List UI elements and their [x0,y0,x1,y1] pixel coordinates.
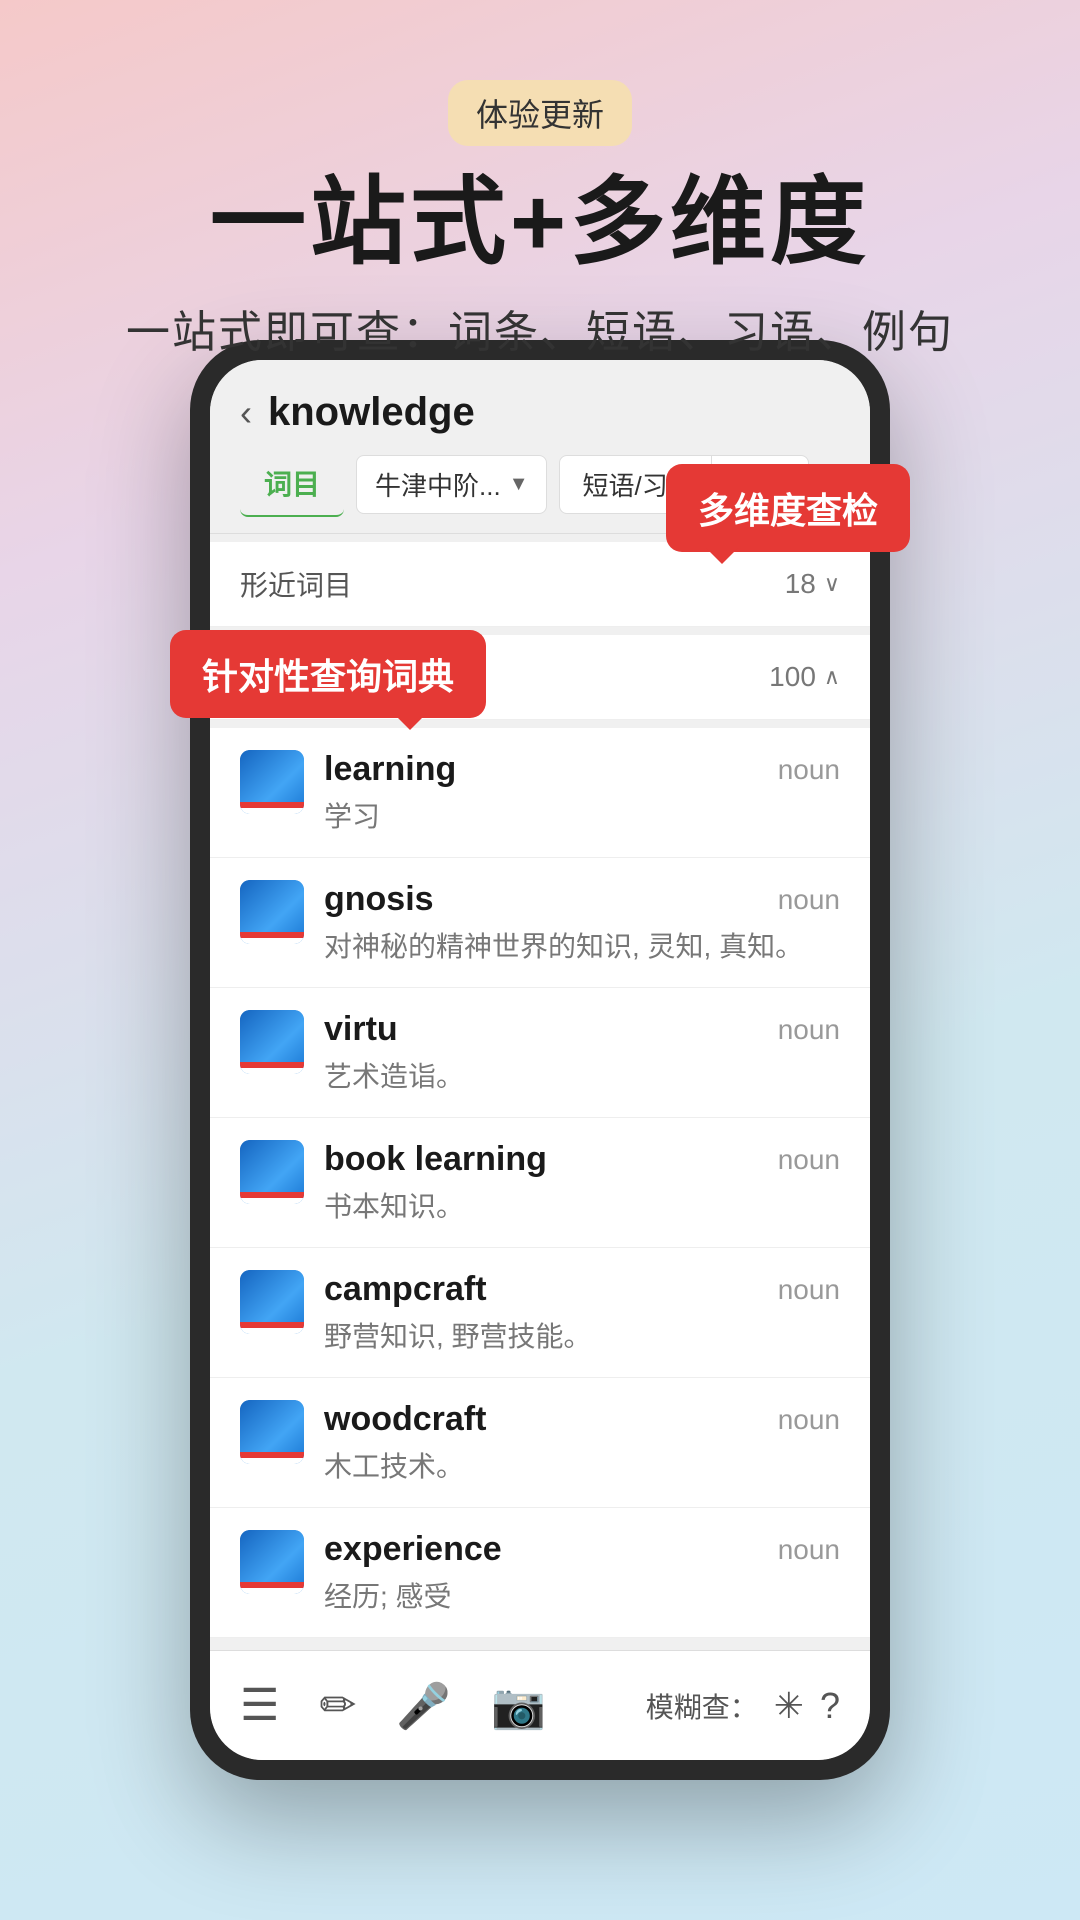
word-content: virtu noun 艺术造诣。 [324,1010,840,1095]
camera-icon[interactable]: 📷 [491,1680,546,1732]
similar-words-section[interactable]: 形近词目 18 ∨ [210,542,870,627]
word-name: gnosis [324,880,434,919]
question-icon[interactable]: ? [820,1685,840,1727]
word-content: experience noun 经历; 感受 [324,1530,840,1615]
search-word-display: knowledge [268,390,840,435]
word-pos: noun [778,1534,840,1566]
word-definition: 经历; 感受 [324,1575,840,1615]
phone-screen: ‹ knowledge 词目 牛津中阶... ▼ 短语/习... 例句 [210,360,870,1760]
badge-bubble: 体验更新 [448,80,632,146]
word-list-item[interactable]: woodcraft noun 木工技术。 [210,1378,870,1508]
back-button[interactable]: ‹ [240,392,252,434]
dropdown-arrow-icon: ▼ [509,473,529,496]
word-book-icon [240,1530,304,1594]
word-name: virtu [324,1010,398,1049]
word-pos: noun [778,1274,840,1306]
mic-icon[interactable]: 🎤 [396,1680,451,1732]
top-section: 体验更新 一站式+多维度 一站式即可查：词条、短语、习语、例句 [0,0,1080,360]
guess-count: 100 ∧ [769,661,840,693]
word-list: learning noun 学习 gnosis noun 对神秘的精神世界的知识… [210,728,870,1638]
word-definition: 木工技术。 [324,1445,840,1485]
phone-mockup: 多维度查检 针对性查询词典 ‹ knowledge 词目 牛津中阶... ▼ 短… [190,340,890,1780]
word-pos: noun [778,884,840,916]
word-list-item[interactable]: gnosis noun 对神秘的精神世界的知识, 灵知, 真知。 [210,858,870,988]
word-content: book learning noun 书本知识。 [324,1140,840,1225]
pencil-icon[interactable]: ✏ [319,1680,356,1732]
fuzzy-label: 模糊查： [646,1686,758,1726]
word-name: campcraft [324,1270,487,1309]
word-book-icon [240,750,304,814]
word-name: learning [324,750,456,789]
word-book-icon [240,1010,304,1074]
callout-dictionary: 针对性查询词典 [170,630,486,718]
asterisk-icon[interactable]: ✳ [774,1685,804,1727]
word-pos: noun [778,1014,840,1046]
word-pos: noun [778,1404,840,1436]
callout-multidimension: 多维度查检 [666,464,910,552]
word-list-item[interactable]: learning noun 学习 [210,728,870,858]
word-definition: 对神秘的精神世界的知识, 灵知, 真知。 [324,925,840,965]
word-book-icon [240,1270,304,1334]
phone-frame: ‹ knowledge 词目 牛津中阶... ▼ 短语/习... 例句 [190,340,890,1780]
bottom-toolbar: ☰ ✏ 🎤 📷 模糊查： ✳ ? [210,1650,870,1760]
word-list-item[interactable]: book learning noun 书本知识。 [210,1118,870,1248]
word-content: learning noun 学习 [324,750,840,835]
word-definition: 野营知识, 野营技能。 [324,1315,840,1355]
header-bar: ‹ knowledge [210,360,870,435]
tab-cimu[interactable]: 词目 [240,451,344,517]
word-pos: noun [778,754,840,786]
word-name: book learning [324,1140,547,1179]
word-definition: 学习 [324,795,840,835]
similar-words-label: 形近词目 [240,564,352,604]
word-definition: 书本知识。 [324,1185,840,1225]
word-book-icon [240,1140,304,1204]
word-list-item[interactable]: virtu noun 艺术造诣。 [210,988,870,1118]
word-content: woodcraft noun 木工技术。 [324,1400,840,1485]
toolbar-right: 模糊查： ✳ ? [646,1685,840,1727]
similar-words-count: 18 ∨ [785,568,840,600]
tab-dictionary-dropdown[interactable]: 牛津中阶... ▼ [356,455,547,514]
sub-title: 一站式即可查：词条、短语、习语、例句 [0,296,1080,360]
word-list-item[interactable]: experience noun 经历; 感受 [210,1508,870,1638]
main-title: 一站式+多维度 [0,170,1080,276]
word-book-icon [240,880,304,944]
list-icon[interactable]: ☰ [240,1680,279,1732]
word-content: campcraft noun 野营知识, 野营技能。 [324,1270,840,1355]
word-pos: noun [778,1144,840,1176]
word-list-item[interactable]: campcraft noun 野营知识, 野营技能。 [210,1248,870,1378]
word-name: experience [324,1530,502,1569]
word-book-icon [240,1400,304,1464]
word-content: gnosis noun 对神秘的精神世界的知识, 灵知, 真知。 [324,880,840,965]
toolbar-left: ☰ ✏ 🎤 📷 [240,1680,646,1732]
word-name: woodcraft [324,1400,486,1439]
word-definition: 艺术造诣。 [324,1055,840,1095]
